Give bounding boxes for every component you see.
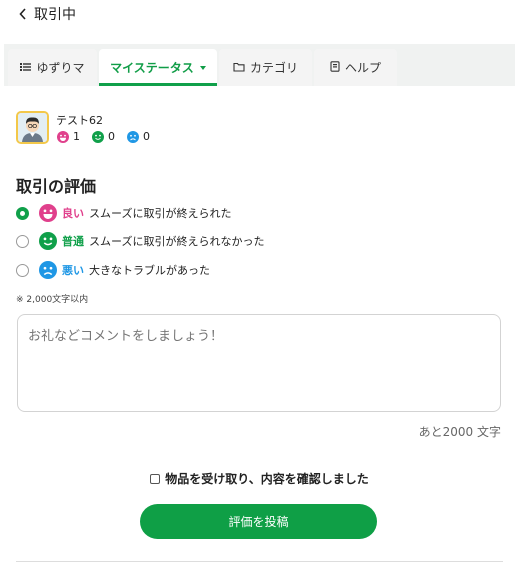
tab-label: ゆずりマ xyxy=(36,61,85,75)
normal-count-value: 0 xyxy=(108,130,115,143)
back-link[interactable]: 取引中 xyxy=(18,4,76,24)
radio-normal[interactable] xyxy=(16,234,29,248)
avatar xyxy=(16,111,49,144)
folder-icon xyxy=(233,61,245,75)
back-label: 取引中 xyxy=(34,7,76,23)
neutral-face-icon xyxy=(39,232,57,250)
neutral-face-icon xyxy=(92,130,104,143)
tab-my-status[interactable]: マイステータス xyxy=(99,49,217,86)
rating-text-good: スムーズに取引が終えられた xyxy=(89,207,232,220)
bad-count: 0 xyxy=(127,130,150,143)
submit-rating-button[interactable]: 評価を投稿 xyxy=(140,504,377,539)
rating-label-bad: 悪い xyxy=(62,264,84,277)
user-name: テスト62 xyxy=(56,114,103,127)
rating-label-normal: 普通 xyxy=(62,235,84,248)
tab-category[interactable]: カテゴリ xyxy=(219,49,312,86)
rating-text-bad: 大きなトラブルがあった xyxy=(89,264,210,277)
radio-good[interactable] xyxy=(16,206,29,220)
tab-yuzurima[interactable]: ゆずりマ xyxy=(8,49,97,86)
confirm-label: 物品を受け取り、内容を確認しました xyxy=(165,472,369,486)
caret-down-icon xyxy=(199,65,206,70)
rating-text-normal: スムーズに取引が終えられなかった xyxy=(89,235,265,248)
divider xyxy=(16,561,503,562)
rating-panel: テスト62 1 0 0 取引の評価 良い スムーズに取引が終えられた 普通 スム… xyxy=(4,86,515,563)
rating-option-bad[interactable]: 悪い 大きなトラブルがあった xyxy=(16,261,210,279)
rating-title: 取引の評価 xyxy=(16,177,97,196)
good-count: 1 xyxy=(57,130,80,143)
tab-bar: ゆずりマ マイステータス カテゴリ ヘルプ xyxy=(4,44,515,86)
good-count-value: 1 xyxy=(73,130,80,143)
rating-label-good: 良い xyxy=(62,207,84,220)
rating-counts: 1 0 0 xyxy=(57,130,162,143)
rating-option-good[interactable]: 良い スムーズに取引が終えられた xyxy=(16,204,231,222)
list-icon xyxy=(20,61,32,75)
sad-face-icon xyxy=(39,261,57,279)
tab-label: ヘルプ xyxy=(344,61,381,75)
radio-bad[interactable] xyxy=(16,263,29,277)
book-icon xyxy=(330,60,340,75)
tab-help[interactable]: ヘルプ xyxy=(314,49,397,86)
top-header: 取引中 xyxy=(0,0,519,28)
rating-option-normal[interactable]: 普通 スムーズに取引が終えられなかった xyxy=(16,232,264,250)
character-limit-note: ※ 2,000文字以内 xyxy=(16,295,89,305)
bad-count-value: 0 xyxy=(143,130,150,143)
smile-face-icon xyxy=(39,204,57,222)
chevron-left-icon xyxy=(18,7,28,21)
tab-label: カテゴリ xyxy=(249,61,298,75)
remaining-characters: あと2000 文字 xyxy=(418,425,501,439)
normal-count: 0 xyxy=(92,130,115,143)
sad-face-icon xyxy=(127,130,139,143)
tab-label: マイステータス xyxy=(110,61,194,75)
smile-face-icon xyxy=(57,130,69,143)
confirm-checkbox[interactable] xyxy=(150,473,161,484)
receipt-confirmation[interactable]: 物品を受け取り、内容を確認しました xyxy=(4,470,515,487)
comment-textarea[interactable] xyxy=(17,314,501,412)
